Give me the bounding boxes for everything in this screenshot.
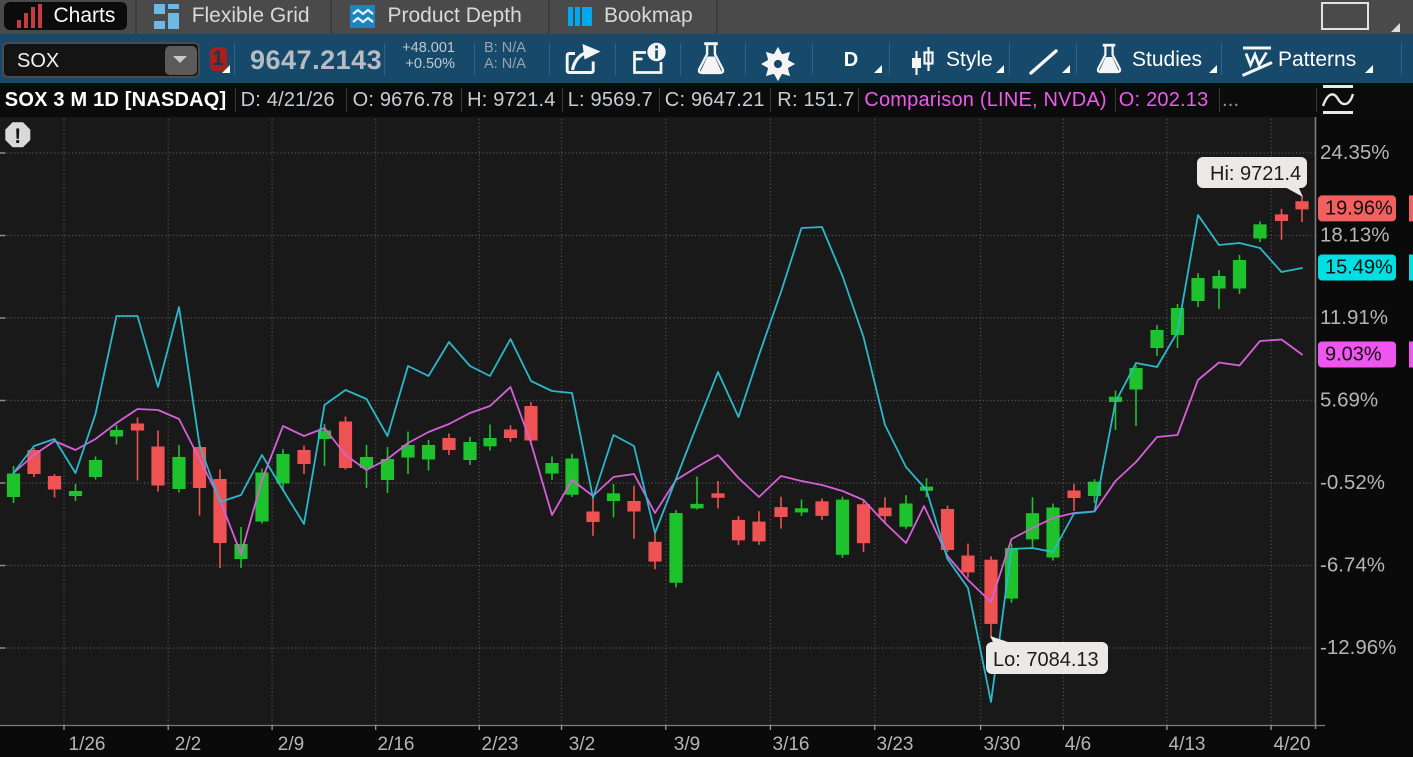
svg-text:3/23: 3/23 [877,734,914,755]
svg-text:Hi: 9721.4: Hi: 9721.4 [1210,163,1301,185]
svg-text:3/2: 3/2 [569,734,595,755]
svg-text:3/9: 3/9 [674,734,700,755]
svg-text:4/20: 4/20 [1274,734,1311,755]
svg-text:Lo: 7084.13: Lo: 7084.13 [993,649,1099,671]
svg-text:5.69%: 5.69% [1320,389,1378,412]
svg-text:2/2: 2/2 [175,734,201,755]
svg-text:3/16: 3/16 [773,734,810,755]
svg-text:18.13%: 18.13% [1320,224,1390,247]
svg-text:11.91%: 11.91% [1320,306,1388,329]
svg-text:2/16: 2/16 [378,734,415,755]
svg-text:-12.96%: -12.96% [1320,636,1396,659]
svg-text:2/23: 2/23 [482,734,519,755]
svg-text:2/9: 2/9 [278,734,304,755]
svg-text:24.35%: 24.35% [1320,141,1390,164]
svg-text:!: ! [14,125,21,148]
svg-text:-6.74%: -6.74% [1320,554,1385,577]
svg-text:19.96%: 19.96% [1325,197,1393,219]
svg-text:1/26: 1/26 [69,734,106,755]
svg-text:-0.52%: -0.52% [1320,471,1385,494]
svg-text:15.49%: 15.49% [1325,257,1393,279]
svg-text:9.03%: 9.03% [1325,344,1382,366]
svg-text:4/13: 4/13 [1169,734,1206,755]
svg-text:4/6: 4/6 [1065,734,1091,755]
svg-text:3/30: 3/30 [984,734,1021,755]
